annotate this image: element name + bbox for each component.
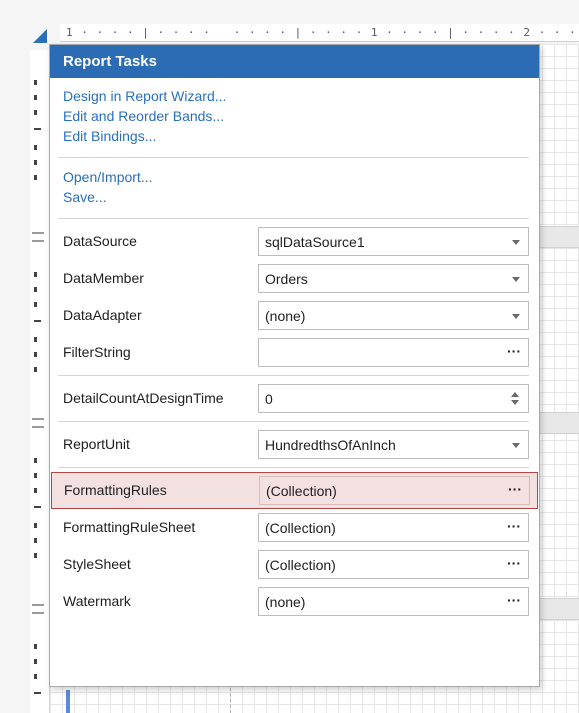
dataadapter-label: DataAdapter bbox=[63, 307, 142, 323]
filterstring-label: FilterString bbox=[63, 344, 131, 360]
panel-title: Report Tasks bbox=[50, 45, 539, 78]
ruler-tick bbox=[34, 367, 37, 372]
spin-up-icon[interactable] bbox=[511, 392, 519, 397]
dataadapter-row: DataAdapter (none) bbox=[50, 297, 539, 334]
design-in-report-wizard-link[interactable]: Design in Report Wizard... bbox=[63, 86, 526, 106]
ruler-tick bbox=[34, 488, 37, 493]
band-grip-icon[interactable] bbox=[32, 232, 44, 242]
datasource-value: sqlDataSource1 bbox=[265, 234, 365, 250]
formattingrulesheet-value: (Collection) bbox=[265, 520, 336, 536]
file-links-group: Open/Import... Save... bbox=[50, 163, 539, 213]
divider bbox=[58, 375, 529, 376]
detailcount-row: DetailCountAtDesignTime 0 bbox=[50, 380, 539, 417]
ruler-tick bbox=[34, 287, 37, 292]
ruler-tick bbox=[34, 337, 37, 342]
horizontal-ruler-marks: 1 · · · · | · · · · · · · · | · · · · 1 … bbox=[66, 26, 577, 39]
datamember-value: Orders bbox=[265, 271, 308, 287]
edit-and-reorder-bands-link[interactable]: Edit and Reorder Bands... bbox=[63, 106, 526, 126]
ruler-tick bbox=[34, 272, 37, 277]
datamember-label: DataMember bbox=[63, 270, 144, 286]
ruler-tick bbox=[34, 674, 37, 679]
dropdown-arrow-icon[interactable] bbox=[512, 277, 520, 282]
datasource-label: DataSource bbox=[63, 233, 137, 249]
ruler-tick bbox=[34, 458, 37, 463]
ruler-tick bbox=[34, 302, 37, 307]
divider bbox=[58, 421, 529, 422]
ruler-tick bbox=[34, 473, 37, 478]
filterstring-editor[interactable]: ··· bbox=[258, 338, 529, 367]
ruler-tick bbox=[34, 659, 37, 664]
spin-down-icon[interactable] bbox=[511, 400, 519, 405]
dropdown-arrow-icon[interactable] bbox=[512, 314, 520, 319]
ruler-tick bbox=[34, 95, 37, 100]
ruler-tick bbox=[34, 506, 41, 508]
ellipsis-icon[interactable]: ··· bbox=[507, 555, 521, 571]
save-link[interactable]: Save... bbox=[63, 187, 526, 207]
ellipsis-icon[interactable]: ··· bbox=[507, 343, 521, 359]
ruler-tick bbox=[34, 110, 37, 115]
watermark-value: (none) bbox=[265, 594, 306, 610]
band-grip-icon[interactable] bbox=[32, 418, 44, 428]
stylesheet-label: StyleSheet bbox=[63, 556, 131, 572]
watermark-row: Watermark (none) ··· bbox=[50, 583, 539, 620]
ruler-tick bbox=[34, 538, 37, 543]
ruler-tick bbox=[34, 352, 37, 357]
reportunit-row: ReportUnit HundredthsOfAnInch bbox=[50, 426, 539, 463]
report-control[interactable] bbox=[66, 690, 70, 713]
band-grip-icon[interactable] bbox=[32, 604, 44, 614]
ruler-tick bbox=[34, 145, 37, 150]
watermark-editor[interactable]: (none) ··· bbox=[258, 587, 529, 616]
edit-bindings-link[interactable]: Edit Bindings... bbox=[63, 126, 526, 146]
datamember-dropdown[interactable]: Orders bbox=[258, 264, 529, 293]
ruler-tick bbox=[34, 320, 41, 322]
detailcount-value: 0 bbox=[265, 391, 273, 407]
datasource-row: DataSource sqlDataSource1 bbox=[50, 223, 539, 260]
formattingrulesheet-editor[interactable]: (Collection) ··· bbox=[258, 513, 529, 542]
reportunit-label: ReportUnit bbox=[63, 436, 130, 452]
formattingrulesheet-label: FormattingRuleSheet bbox=[63, 519, 196, 535]
ruler-tick bbox=[34, 523, 37, 528]
stylesheet-row: StyleSheet (Collection) ··· bbox=[50, 546, 539, 583]
margin-guide bbox=[230, 688, 231, 713]
dropdown-arrow-icon[interactable] bbox=[512, 240, 520, 245]
stylesheet-editor[interactable]: (Collection) ··· bbox=[258, 550, 529, 579]
formattingrules-label: FormattingRules bbox=[64, 482, 167, 498]
dataadapter-value: (none) bbox=[265, 308, 306, 324]
reportunit-value: HundredthsOfAnInch bbox=[265, 437, 396, 453]
divider bbox=[58, 157, 529, 158]
ellipsis-icon[interactable]: ··· bbox=[507, 518, 521, 534]
ruler-tick bbox=[34, 128, 41, 130]
datasource-dropdown[interactable]: sqlDataSource1 bbox=[258, 227, 529, 256]
formattingrules-editor[interactable]: (Collection) ··· bbox=[259, 476, 530, 505]
filterstring-row: FilterString ··· bbox=[50, 334, 539, 371]
dataadapter-dropdown[interactable]: (none) bbox=[258, 301, 529, 330]
ruler-tick bbox=[34, 692, 41, 694]
divider bbox=[58, 467, 529, 468]
ellipsis-icon[interactable]: ··· bbox=[507, 592, 521, 608]
vertical-ruler bbox=[30, 50, 50, 713]
reportunit-dropdown[interactable]: HundredthsOfAnInch bbox=[258, 430, 529, 459]
wizard-links-group: Design in Report Wizard... Edit and Reor… bbox=[50, 78, 539, 152]
open-import-link[interactable]: Open/Import... bbox=[63, 167, 526, 187]
ruler-tick bbox=[34, 644, 37, 649]
detailcount-spinner[interactable]: 0 bbox=[258, 384, 529, 413]
stylesheet-value: (Collection) bbox=[265, 557, 336, 573]
detailcount-label: DetailCountAtDesignTime bbox=[63, 390, 224, 406]
ruler-tick bbox=[34, 80, 37, 85]
datamember-row: DataMember Orders bbox=[50, 260, 539, 297]
ruler-tick bbox=[34, 175, 37, 180]
report-tasks-panel: Report Tasks Design in Report Wizard... … bbox=[49, 44, 540, 687]
ruler-tick bbox=[34, 553, 37, 558]
formattingrules-row[interactable]: FormattingRules (Collection) ··· bbox=[51, 472, 538, 509]
ellipsis-icon[interactable]: ··· bbox=[508, 481, 522, 497]
ruler-tick bbox=[34, 160, 37, 165]
formattingrules-value: (Collection) bbox=[266, 483, 337, 499]
dropdown-arrow-icon[interactable] bbox=[512, 443, 520, 448]
formattingrulesheet-row: FormattingRuleSheet (Collection) ··· bbox=[50, 509, 539, 546]
watermark-label: Watermark bbox=[63, 593, 131, 609]
divider bbox=[58, 218, 529, 219]
